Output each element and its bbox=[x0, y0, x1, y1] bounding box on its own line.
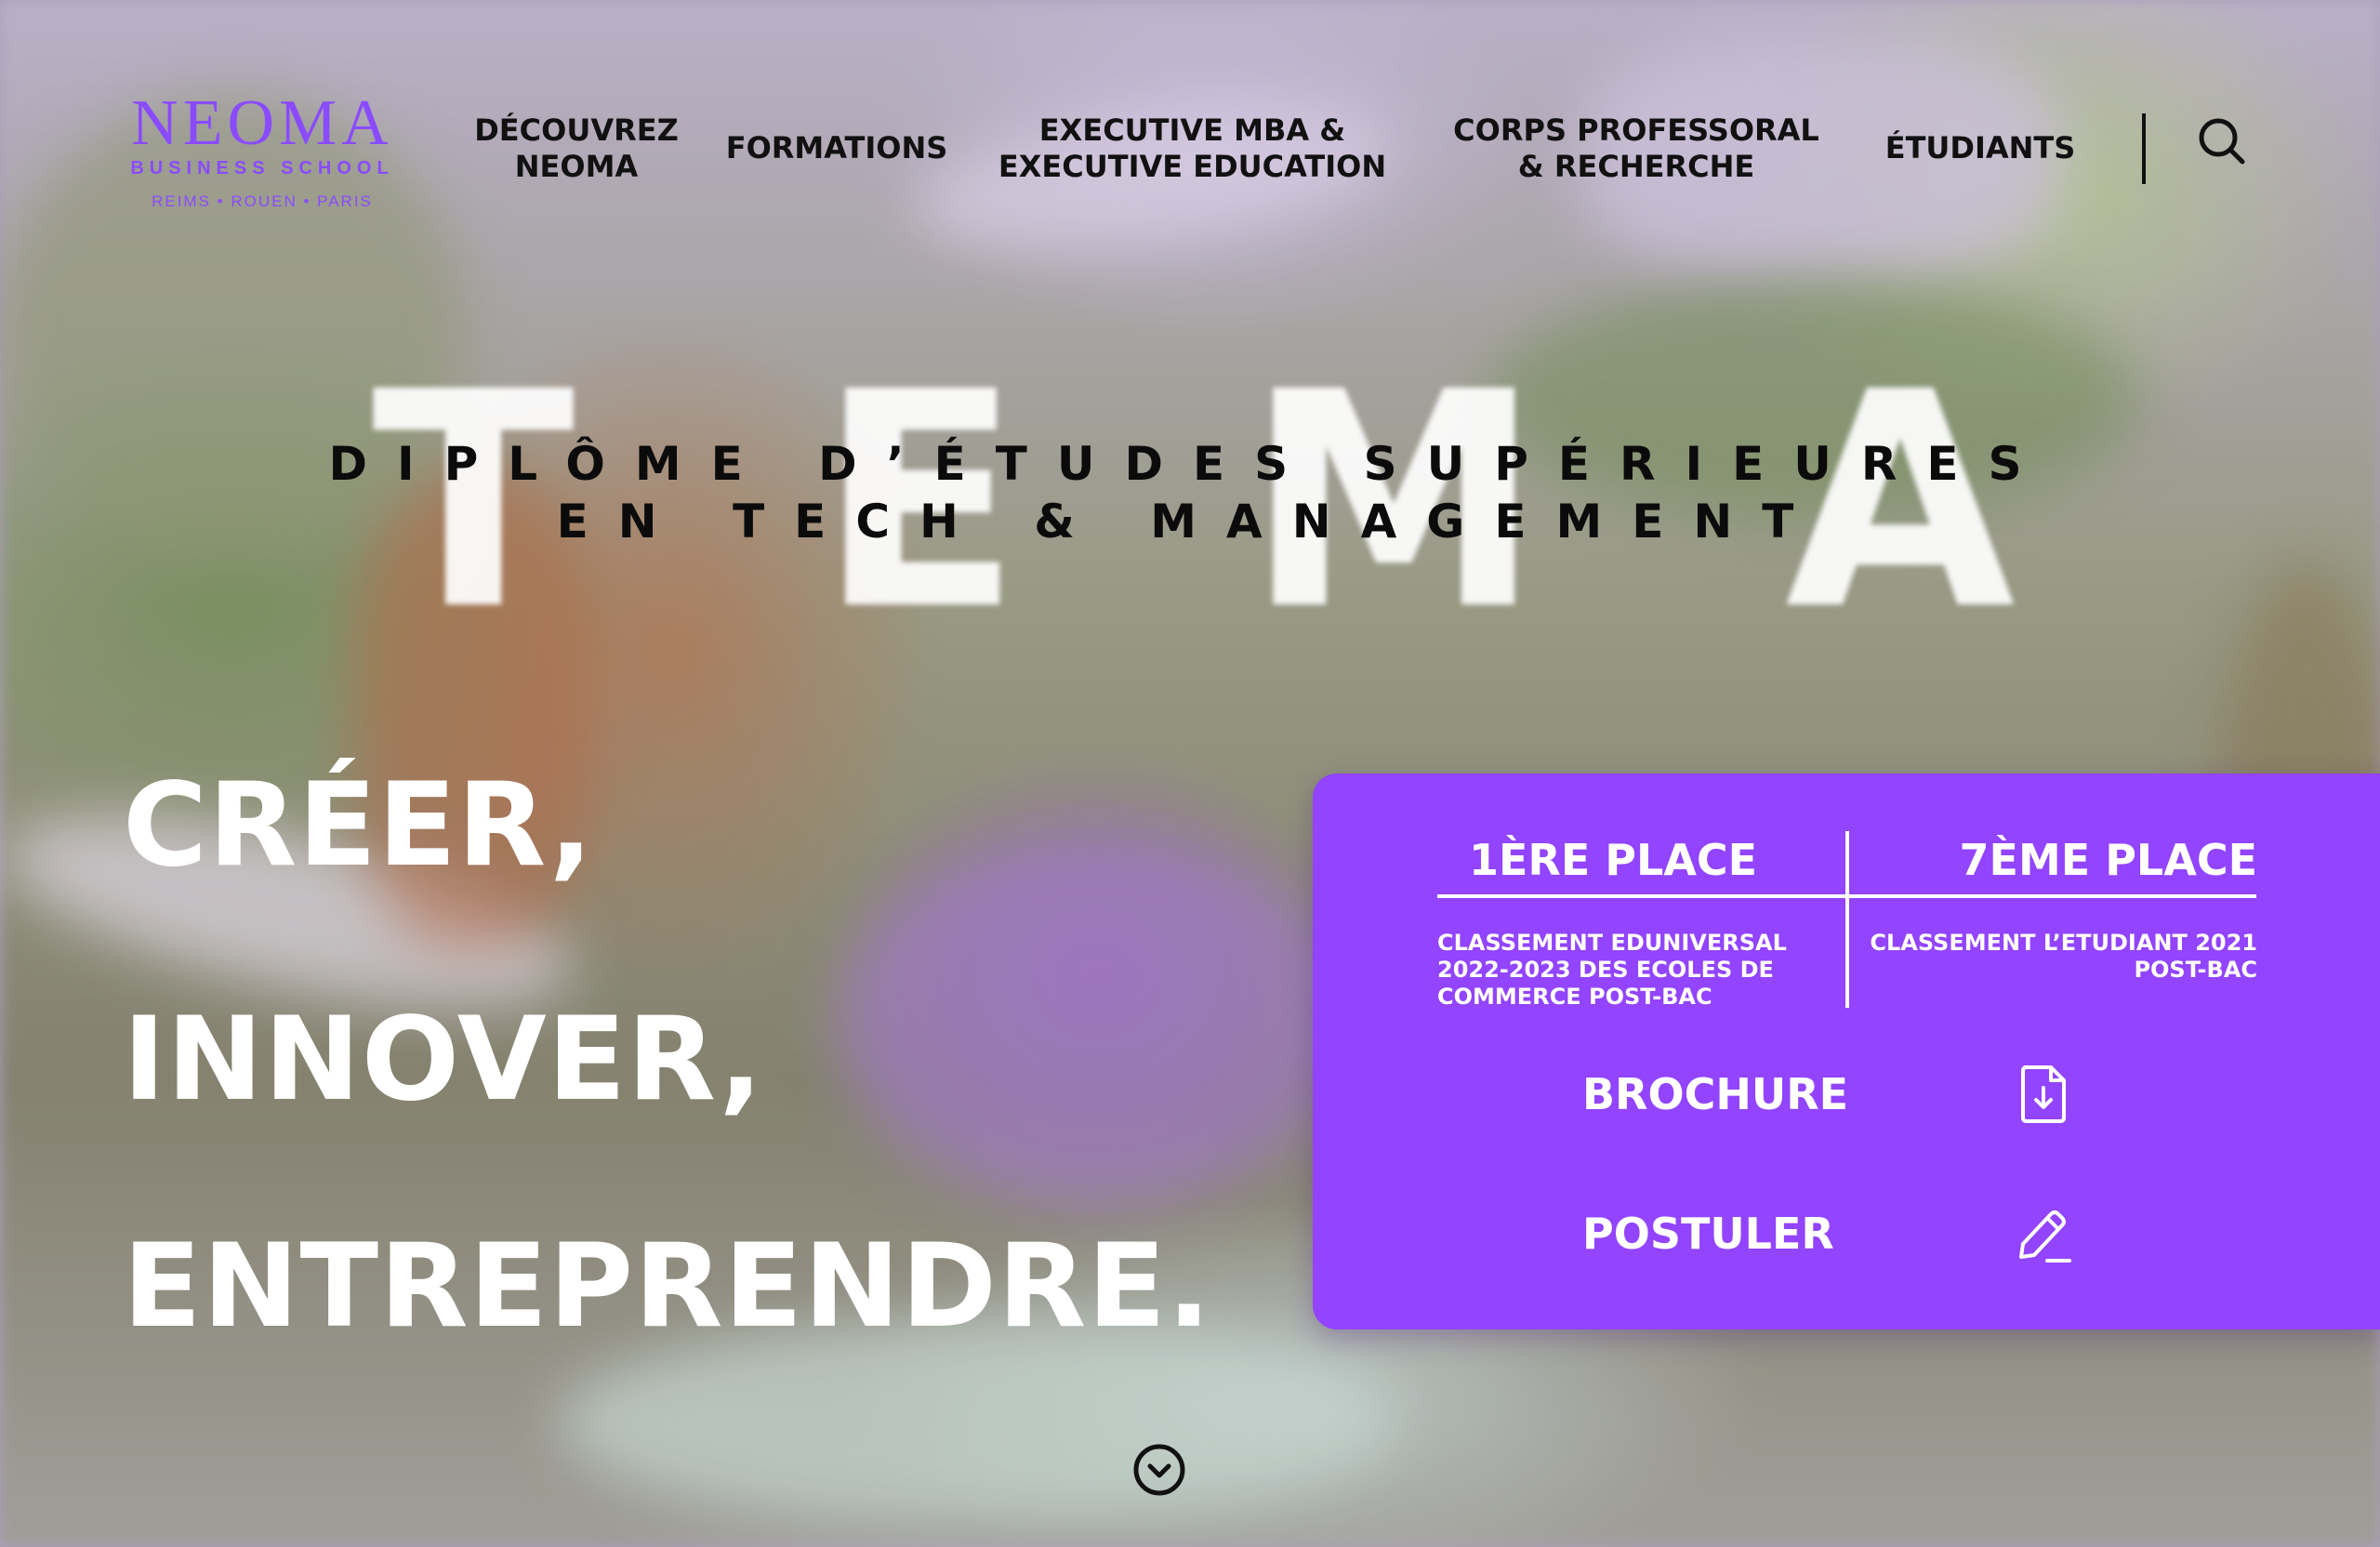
nav-item-faculty-research[interactable]: CORPS PROFESSORAL & RECHERCHE bbox=[1450, 112, 1822, 185]
neoma-logo[interactable]: NEOMA BUSINESS SCHOOL REIMS • ROUEN • PA… bbox=[123, 91, 402, 211]
nav-item-formations[interactable]: FORMATIONS bbox=[725, 130, 948, 166]
rankings-panel: 1ÈRE PLACE CLASSEMENT EDUNIVERSAL 2022-2… bbox=[1313, 774, 2380, 1329]
ranking-2-title: 7ÈME PLACE bbox=[1959, 835, 2257, 885]
search-icon[interactable] bbox=[2196, 115, 2248, 167]
nav-item-discover-neoma[interactable]: DÉCOUVREZ NEOMA bbox=[465, 112, 688, 185]
diploma-title-line2: EN TECH & MANAGEMENT bbox=[556, 495, 1824, 549]
hero-slogan-create: CRÉER, bbox=[123, 759, 594, 892]
chevron-down-circle-icon[interactable] bbox=[1132, 1443, 1186, 1497]
nav-item-students[interactable]: ÉTUDIANTS bbox=[1878, 130, 2082, 166]
hero-slogan-undertake: ENTREPRENDRE. bbox=[123, 1220, 1212, 1354]
ranking-1-description: CLASSEMENT EDUNIVERSAL 2022-2023 DES ECO… bbox=[1437, 930, 1787, 1010]
apply-button[interactable]: POSTULER bbox=[1582, 1209, 1834, 1259]
diploma-title-line1: DIPLÔME D’ÉTUDES SUPÉRIEURES bbox=[328, 437, 2052, 491]
logo-wordmark: NEOMA bbox=[131, 87, 393, 159]
logo-subtitle: BUSINESS SCHOOL bbox=[130, 158, 394, 178]
pencil-icon[interactable] bbox=[2014, 1203, 2073, 1268]
ranking-1-underline bbox=[1437, 894, 1846, 898]
ranking-2-underline bbox=[1849, 894, 2256, 898]
file-download-icon[interactable] bbox=[2014, 1062, 2073, 1127]
ranking-divider bbox=[1845, 831, 1849, 1008]
hero-slogan-innovate: INNOVER, bbox=[123, 993, 764, 1127]
diploma-title: DIPLÔME D’ÉTUDES SUPÉRIEURES EN TECH & M… bbox=[149, 435, 2231, 550]
nav-divider bbox=[2142, 113, 2146, 184]
logo-cities: REIMS • ROUEN • PARIS bbox=[152, 192, 373, 210]
site-header: NEOMA BUSINESS SCHOOL REIMS • ROUEN • PA… bbox=[0, 0, 2380, 298]
ranking-2-description: CLASSEMENT L’ETUDIANT 2021 POST-BAC bbox=[1870, 930, 2257, 983]
ranking-1-title: 1ÈRE PLACE bbox=[1469, 835, 1758, 885]
nav-item-executive-education[interactable]: EXECUTIVE MBA & EXECUTIVE EDUCATION bbox=[995, 112, 1390, 185]
brochure-button[interactable]: BROCHURE bbox=[1582, 1069, 1848, 1119]
